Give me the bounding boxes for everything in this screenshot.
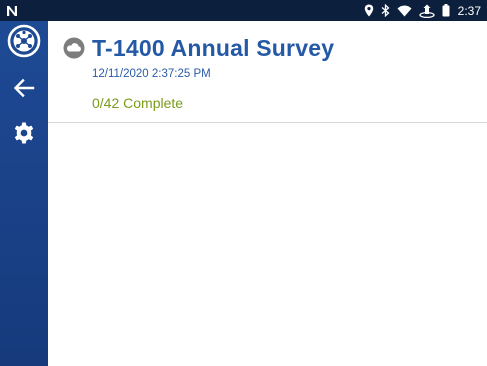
network-logo-icon — [7, 24, 41, 63]
cloud-icon — [63, 37, 85, 59]
survey-list-item[interactable]: T-1400 Annual Survey 12/11/2020 2:37:25 … — [48, 21, 487, 123]
settings-button[interactable] — [0, 115, 48, 155]
main-content: T-1400 Annual Survey 12/11/2020 2:37:25 … — [48, 21, 487, 366]
sidebar — [0, 21, 48, 366]
status-bar: 2:37 — [0, 0, 487, 21]
back-button[interactable] — [0, 70, 48, 110]
bluetooth-icon — [381, 4, 390, 17]
wifi-icon — [397, 5, 412, 17]
gear-icon — [12, 121, 36, 150]
sync-icon — [418, 4, 435, 18]
survey-timestamp: 12/11/2020 2:37:25 PM — [92, 68, 211, 80]
location-icon — [364, 4, 374, 17]
arrow-left-icon — [13, 77, 35, 104]
app-logo-button[interactable] — [0, 23, 48, 63]
survey-title: T-1400 Annual Survey — [92, 35, 335, 61]
status-time: 2:37 — [457, 3, 481, 18]
survey-progress: 0/42 Complete — [92, 95, 184, 111]
app-n-icon — [6, 5, 18, 17]
battery-icon — [442, 4, 450, 17]
